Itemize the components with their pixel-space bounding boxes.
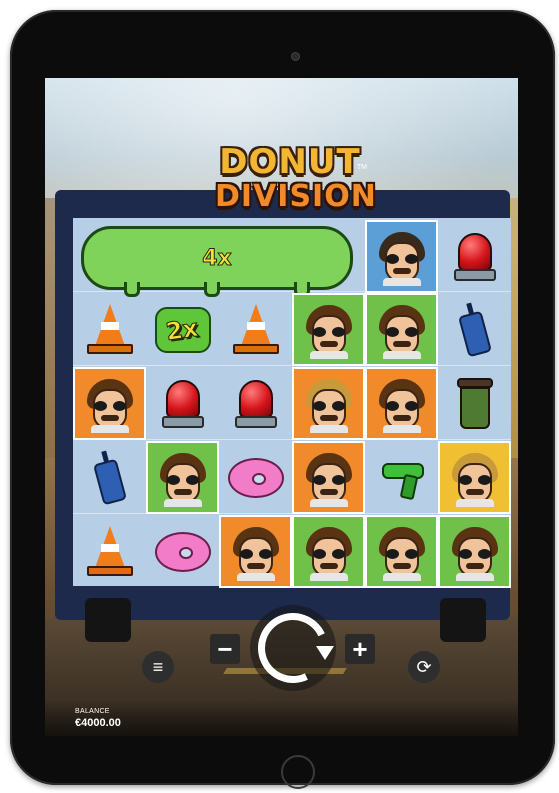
truck-wheel-right: [440, 598, 486, 642]
menu-button[interactable]: ≡: [142, 651, 174, 683]
game-screen: DONUT DIVISION TM 4x 2x − + ≡ ⟳ BALANCE …: [45, 78, 518, 736]
symbol-cone: [219, 293, 292, 366]
menu-icon: ≡: [152, 656, 164, 677]
logo-donut: DONUT: [219, 142, 361, 182]
camera-icon: [292, 53, 299, 60]
balance-value: €4000.00: [75, 717, 121, 729]
symbol-detective: [438, 515, 511, 588]
symbol-detective: [292, 515, 365, 588]
balance-label: BALANCE: [75, 708, 110, 715]
decrease-bet-button[interactable]: −: [210, 634, 240, 664]
symbol-detective: [146, 441, 219, 514]
symbol-donut: [146, 515, 219, 588]
increase-bet-button[interactable]: +: [345, 634, 375, 664]
spin-arrow-icon: [316, 646, 334, 660]
symbol-siren: [146, 367, 219, 440]
wild-multiplier: 4x: [202, 245, 232, 271]
symbol-cone: [73, 293, 146, 366]
symbol-detective: [73, 367, 146, 440]
symbol-detective: [219, 515, 292, 588]
autoplay-button[interactable]: ⟳: [408, 651, 440, 683]
symbol-radio: [73, 441, 146, 514]
symbol-detective: [292, 293, 365, 366]
symbol-cone: [73, 515, 146, 588]
symbol-cop-sunglasses: [365, 220, 438, 293]
symbol-multiplier: 2x: [146, 293, 219, 366]
multiplier-value: 2x: [164, 313, 201, 346]
truck-wheel-left: [85, 598, 131, 642]
symbol-detective: [365, 293, 438, 366]
symbol-detective: [365, 367, 438, 440]
symbol-radio: [438, 293, 511, 366]
symbol-donut: [219, 441, 292, 514]
wild-symbol: 4x: [81, 226, 353, 297]
symbol-siren: [219, 367, 292, 440]
autoplay-icon: ⟳: [416, 656, 432, 677]
symbol-detective-blond: [292, 367, 365, 440]
symbol-green-gun: [365, 441, 438, 514]
symbol-detective: [292, 441, 365, 514]
symbol-siren: [438, 220, 511, 293]
home-button[interactable]: [281, 755, 315, 789]
symbol-detective-blond: [438, 441, 511, 514]
game-logo: DONUT DIVISION TM: [215, 142, 377, 226]
symbol-coffee-cup: [438, 367, 511, 440]
symbol-detective: [365, 515, 438, 588]
logo-division: DIVISION: [215, 179, 377, 214]
trademark: TM: [356, 164, 367, 171]
